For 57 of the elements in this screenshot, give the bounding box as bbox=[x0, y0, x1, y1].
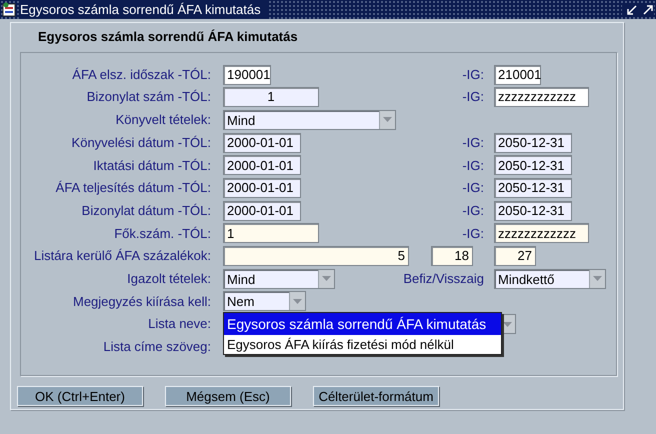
field-label: Bizonylat szám -TÓL: bbox=[86, 88, 211, 106]
input-field[interactable]: 2000-01-01 bbox=[223, 178, 301, 198]
field-label: -IG: bbox=[462, 134, 484, 152]
input-field[interactable]: 5 bbox=[223, 246, 409, 266]
caret-icon bbox=[383, 117, 392, 122]
input-field[interactable]: 2050-12-31 bbox=[494, 132, 572, 153]
field-label: Megjegyzés kiírása kell: bbox=[72, 292, 211, 311]
field-label: -IG: bbox=[462, 179, 484, 198]
input-field[interactable]: zzzzzzzzzzzz bbox=[494, 87, 589, 108]
field-label: Lista neve: bbox=[147, 315, 211, 334]
select-field[interactable]: Mind bbox=[223, 268, 335, 289]
input-field[interactable]: 18 bbox=[431, 246, 473, 266]
input-field[interactable]: 210001 bbox=[494, 64, 541, 84]
field-label: -IG: bbox=[462, 202, 484, 220]
field-label: -IG: bbox=[462, 66, 484, 84]
field-label: Listára kerülő ÁFA százalékok: bbox=[32, 247, 211, 266]
input-field[interactable]: 2000-01-01 bbox=[223, 200, 301, 221]
field-label: Igazolt tételek: bbox=[126, 270, 211, 288]
input-field[interactable]: 2050-12-31 bbox=[494, 155, 572, 176]
maximize-icon[interactable] bbox=[642, 4, 654, 16]
caret-icon bbox=[593, 276, 602, 282]
form-heading: Egysoros számla sorrendű ÁFA kimutatás bbox=[38, 28, 299, 46]
input-field[interactable]: 2050-12-31 bbox=[494, 178, 572, 198]
field-label: Könyvelési dátum -TÓL: bbox=[70, 134, 211, 152]
field-label: ÁFA elsz. időszak -TÓL: bbox=[71, 66, 211, 84]
select-field[interactable]: Nem bbox=[223, 291, 306, 312]
action-button[interactable]: OK (Ctrl+Enter) bbox=[17, 386, 143, 406]
select-field[interactable]: Mind bbox=[223, 110, 396, 130]
input-field[interactable]: 1 bbox=[223, 223, 319, 244]
input-field[interactable]: 2000-01-01 bbox=[223, 132, 301, 153]
minimize-icon[interactable] bbox=[626, 4, 638, 16]
field-label: Iktatási dátum -TÓL: bbox=[92, 156, 211, 174]
field-label: Könyvelt tételek: bbox=[114, 111, 211, 130]
window-title: Egysoros számla sorrendű ÁFA kimutatás bbox=[20, 0, 267, 20]
field-label: Bizonylat dátum -TÓL: bbox=[80, 202, 211, 220]
input-field[interactable]: 1 bbox=[223, 87, 319, 108]
field-label: Lista címe szöveg: bbox=[102, 338, 211, 356]
field-label: -IG: bbox=[462, 88, 484, 106]
caret-icon bbox=[293, 298, 302, 304]
input-field[interactable]: 2000-01-01 bbox=[223, 155, 301, 176]
input-field[interactable]: 27 bbox=[494, 246, 536, 266]
caret-icon bbox=[503, 322, 512, 327]
input-field[interactable]: 2050-12-31 bbox=[494, 200, 572, 221]
dropdown-option[interactable]: Egysoros ÁFA kiírás fizetési mód nélkül bbox=[224, 335, 501, 354]
select-field[interactable]: Mindkettő bbox=[494, 268, 606, 289]
input-field[interactable]: 190001 bbox=[223, 64, 271, 84]
action-button[interactable]: Célterület-formátum bbox=[313, 386, 439, 406]
dropdown-option[interactable]: Egysoros számla sorrendű ÁFA kimutatás bbox=[224, 313, 501, 336]
field-label: -IG: bbox=[462, 224, 484, 243]
caret-icon bbox=[322, 276, 331, 282]
field-label: Fők.szám. -TÓL: bbox=[113, 224, 211, 243]
field-label: -IG: bbox=[462, 156, 484, 174]
field-label: ÁFA teljesítés dátum -TÓL: bbox=[54, 179, 211, 198]
input-field[interactable]: zzzzzzzzzzzz bbox=[494, 223, 589, 244]
app-icon bbox=[2, 2, 17, 17]
field-label: Befiz/Visszaig bbox=[403, 270, 484, 288]
action-button[interactable]: Mégsem (Esc) bbox=[165, 386, 291, 406]
